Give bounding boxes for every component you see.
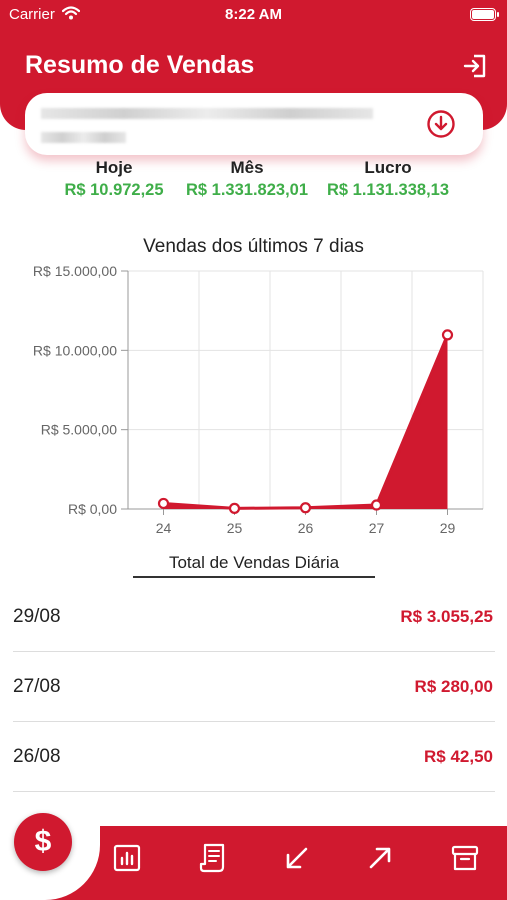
y-tick-label: R$ 15.000,00 (33, 263, 117, 279)
y-tick-label: R$ 5.000,00 (41, 422, 117, 438)
list-item[interactable]: 29/08 R$ 3.055,25 (13, 582, 495, 652)
sales-summary: Hoje R$ 10.972,25 Mês R$ 1.331.823,01 Lu… (0, 158, 507, 208)
item-date: 26/08 (13, 746, 61, 767)
x-tick-label: 24 (156, 520, 172, 536)
chart-title: Vendas dos últimos 7 dias (143, 236, 364, 257)
summary-value: R$ 1.331.823,01 (185, 181, 309, 199)
data-point (441, 329, 454, 341)
item-value: R$ 3.055,25 (400, 607, 493, 626)
summary-month: Mês R$ 1.331.823,01 (176, 158, 318, 200)
summary-label: Mês (230, 158, 264, 177)
item-date: 27/08 (13, 676, 61, 697)
summary-today: Hoje R$ 10.972,25 (44, 158, 184, 200)
status-bar: Carrier 8:22 AM (0, 0, 507, 30)
x-tick-label: 25 (227, 520, 243, 536)
summary-value: R$ 10.972,25 (64, 181, 164, 199)
item-date: 29/08 (13, 606, 61, 627)
logout-icon[interactable] (461, 52, 489, 80)
battery-icon (470, 8, 499, 21)
redacted-account-name (41, 108, 373, 119)
list-item[interactable]: 27/08 R$ 280,00 (13, 652, 495, 722)
account-selector-card[interactable] (25, 93, 483, 155)
outgoing-arrow-icon[interactable] (365, 842, 395, 874)
status-time: 8:22 AM (225, 6, 282, 23)
data-point (228, 502, 241, 514)
series-area (163, 334, 448, 509)
sales-chart: R$ 0,00 R$ 5.000,00 R$ 10.000,00 R$ 15.000,… (33, 263, 484, 536)
list-item[interactable]: 26/08 R$ 42,50 (13, 722, 495, 792)
daily-totals-title: Total de Vendas Diária (133, 553, 375, 578)
summary-label: Lucro (364, 158, 412, 177)
archive-box-icon[interactable] (450, 842, 480, 874)
data-point (157, 497, 170, 510)
incoming-arrow-icon[interactable] (282, 842, 312, 874)
daily-totals-list: 29/08 R$ 3.055,25 27/08 R$ 280,00 26/08 … (13, 582, 495, 792)
x-tick-label: 26 (298, 520, 314, 536)
data-point (299, 502, 312, 514)
y-tick-label: R$ 0,00 (68, 501, 117, 517)
download-circle-icon[interactable] (426, 109, 456, 139)
data-point (370, 499, 383, 511)
summary-value: R$ 1.131.338,13 (326, 181, 450, 199)
y-tick-label: R$ 10.000,00 (33, 342, 117, 358)
item-value: R$ 42,50 (424, 747, 493, 766)
summary-label: Hoje (95, 158, 133, 177)
redacted-account-detail (41, 132, 126, 143)
x-tick-label: 27 (369, 520, 385, 536)
page-title: Resumo de Vendas (25, 51, 255, 79)
summary-profit: Lucro R$ 1.131.338,13 (318, 158, 458, 200)
x-tick-label: 29 (440, 520, 456, 536)
dollar-icon[interactable]: $ (14, 813, 72, 871)
item-value: R$ 280,00 (414, 677, 493, 696)
receipt-icon[interactable] (198, 842, 228, 874)
report-chart-icon[interactable] (112, 842, 142, 874)
